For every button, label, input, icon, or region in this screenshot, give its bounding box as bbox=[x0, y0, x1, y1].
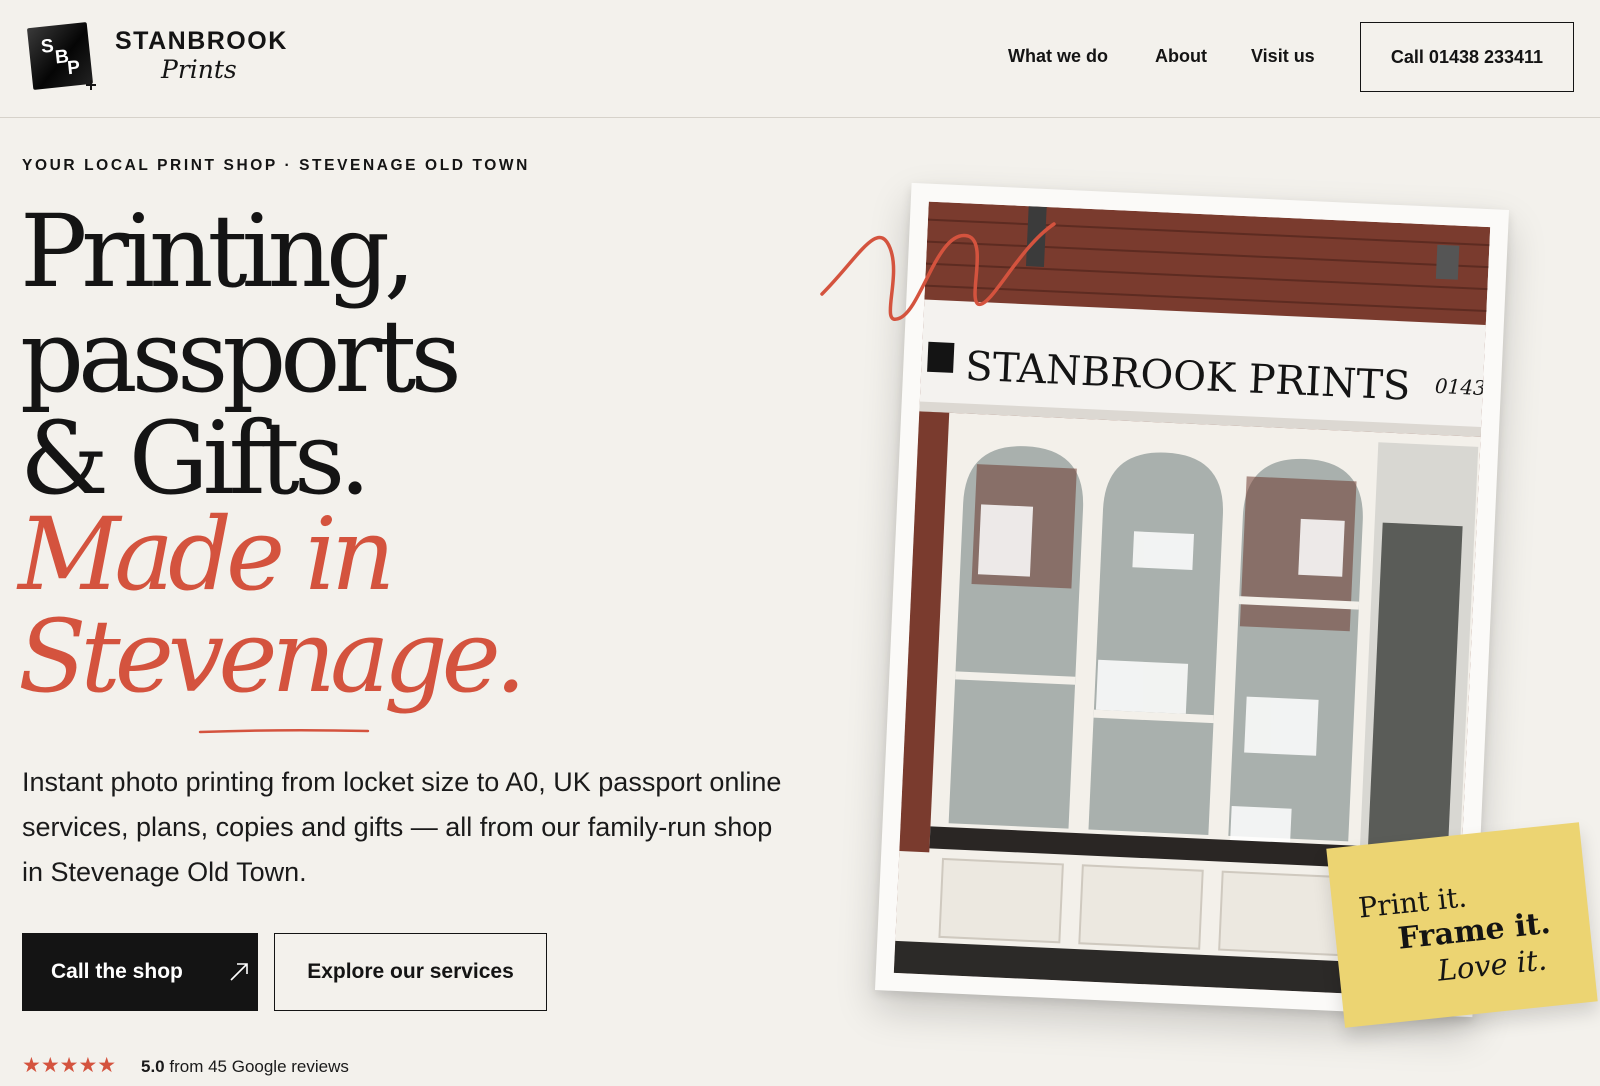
brand-subtitle[interactable]: Prints bbox=[161, 55, 237, 84]
crop-mark-icon bbox=[86, 80, 96, 90]
headline-italic-line-1: Made in bbox=[18, 496, 395, 613]
decorative-squiggle bbox=[820, 222, 1056, 322]
brand-name[interactable]: STANBROOK bbox=[115, 27, 288, 56]
headline-line-1: Printing, bbox=[20, 193, 416, 310]
headline-underline bbox=[198, 728, 370, 734]
hero-description: Instant photo printing from locket size … bbox=[22, 767, 782, 887]
call-shop-label: Call the shop bbox=[51, 960, 183, 983]
arrow-up-right-icon bbox=[230, 963, 248, 981]
logo-mark[interactable]: S B P bbox=[26, 22, 94, 90]
nav-about[interactable]: About bbox=[1155, 46, 1207, 67]
sticky-note: Print it. Frame it. Love it. bbox=[1326, 822, 1598, 1028]
headline-line-2: passports bbox=[20, 298, 462, 415]
header-call-button[interactable]: Call 01438 233411 bbox=[1360, 22, 1574, 92]
headline-italic-line-2: Stevenage. bbox=[18, 598, 527, 715]
hero-eyebrow: YOUR LOCAL PRINT SHOP · STEVENAGE OLD TO… bbox=[22, 157, 530, 174]
nav-visit-us[interactable]: Visit us bbox=[1251, 46, 1315, 67]
star-rating-icon: ★★★★★ bbox=[22, 1054, 117, 1077]
logo-letter-s: S bbox=[39, 35, 55, 58]
explore-services-button[interactable]: Explore our services bbox=[274, 933, 547, 1011]
rating-value: 5.0 bbox=[141, 1057, 165, 1076]
site-header: S B P STANBROOK Prints What we do About … bbox=[0, 0, 1600, 118]
call-shop-button[interactable]: Call the shop bbox=[22, 933, 258, 1011]
shop-sign-phone: 0143 bbox=[1434, 374, 1486, 400]
logo-letter-p: P bbox=[66, 57, 82, 80]
google-rating[interactable]: 5.0 from 45 Google reviews bbox=[141, 1057, 349, 1077]
nav-what-we-do[interactable]: What we do bbox=[1008, 46, 1108, 67]
headline-line-3: & Gifts. bbox=[20, 400, 371, 517]
rating-text: from 45 Google reviews bbox=[164, 1057, 349, 1076]
